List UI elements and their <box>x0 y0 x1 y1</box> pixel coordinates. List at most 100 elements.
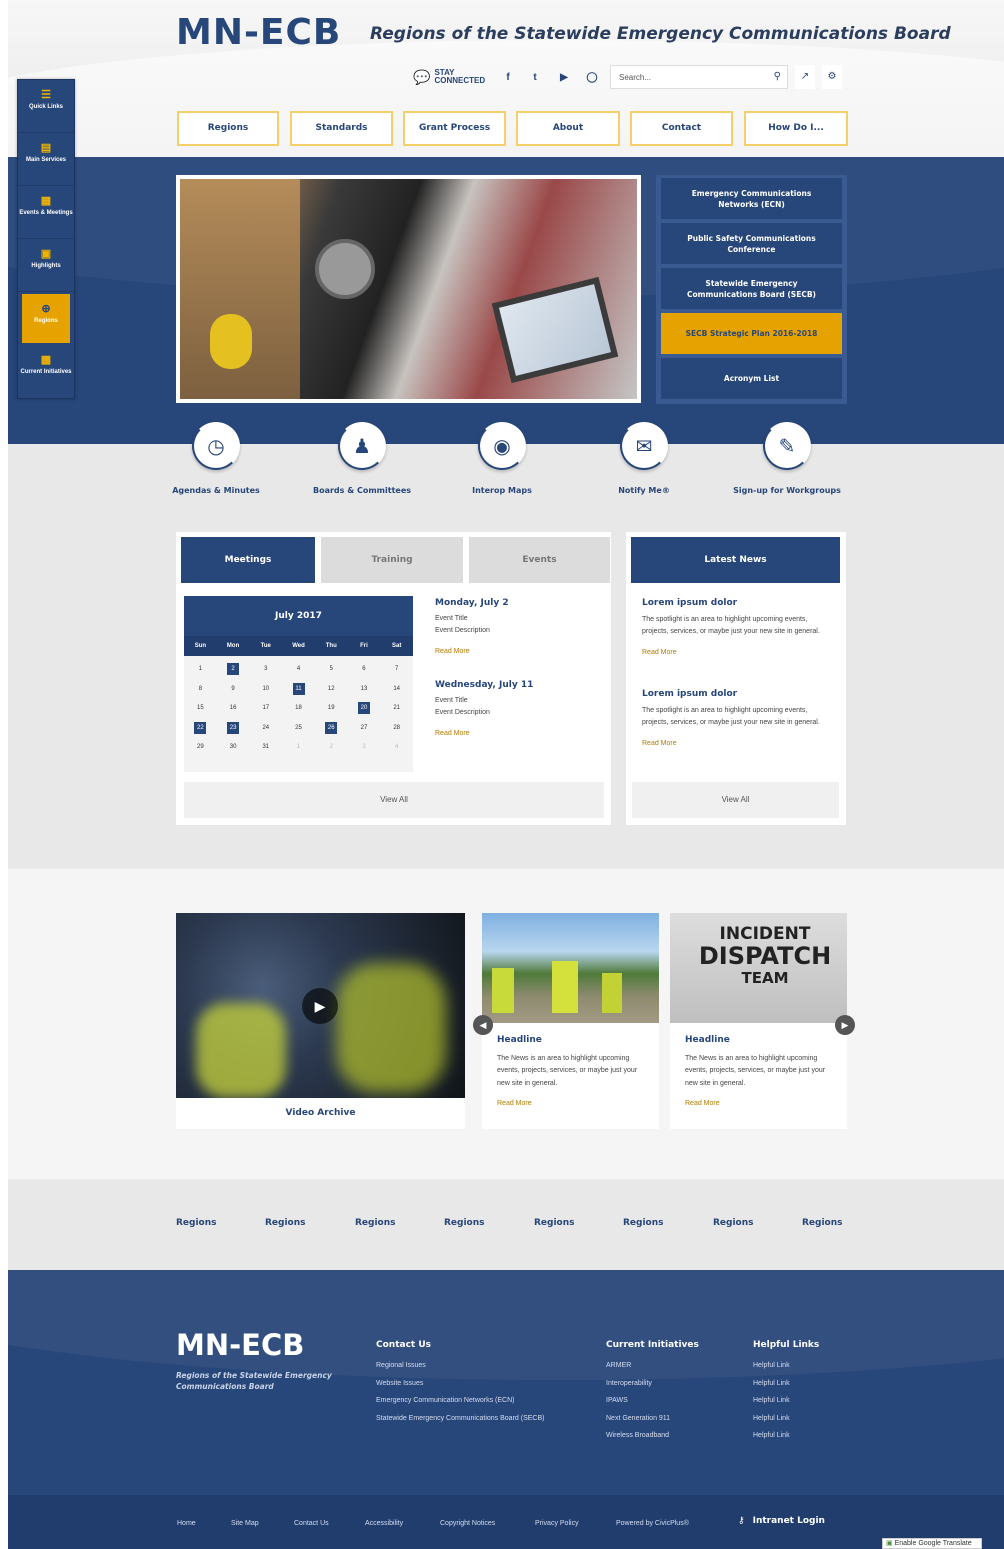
footer-link[interactable]: Next Generation 911 <box>606 1410 699 1428</box>
region-link[interactable]: Regions <box>623 1218 664 1228</box>
footer-link[interactable]: Helpful Link <box>753 1375 819 1393</box>
boards-committees-link[interactable]: ♟ Boards & Committees <box>292 422 432 495</box>
calendar-day[interactable]: 8 <box>184 680 217 700</box>
footer-accessibility-link[interactable]: Accessibility <box>365 1520 403 1527</box>
calendar-day-next-month[interactable]: 3 <box>348 738 381 758</box>
region-link[interactable]: Regions <box>802 1218 843 1228</box>
search-input[interactable]: Search... ⚲ <box>610 65 788 89</box>
footer-link[interactable]: ARMER <box>606 1357 699 1375</box>
nav-how-do-i[interactable]: How Do I... <box>744 111 848 146</box>
calendar-day[interactable]: 24 <box>249 719 282 739</box>
calendar-day-event[interactable]: 2 <box>217 660 250 680</box>
sidebar-item-quick-links[interactable]: ☰ Quick Links <box>18 80 74 133</box>
calendar-day[interactable]: 1 <box>184 660 217 680</box>
card-headline[interactable]: Headline <box>497 1034 644 1047</box>
calendar-view-all[interactable]: View All <box>184 782 604 818</box>
carousel-next-icon[interactable]: ▶ <box>835 1015 855 1035</box>
footer-link[interactable]: Interoperability <box>606 1375 699 1393</box>
nav-contact[interactable]: Contact <box>630 111 733 146</box>
calendar-day[interactable]: 25 <box>282 719 315 739</box>
sidebar-item-regions[interactable]: ⊕ Regions <box>22 294 70 343</box>
calendar-day[interactable]: 27 <box>348 719 381 739</box>
footer-link[interactable]: Helpful Link <box>753 1427 819 1445</box>
calendar-day-event[interactable]: 23 <box>217 719 250 739</box>
card-headline[interactable]: Headline <box>685 1034 832 1047</box>
news-headline[interactable]: Lorem ipsum dolor <box>642 688 834 701</box>
news-headline[interactable]: Lorem ipsum dolor <box>642 597 834 610</box>
footer-sitemap-link[interactable]: Site Map <box>231 1520 259 1527</box>
calendar-day[interactable]: 3 <box>249 660 282 680</box>
facebook-icon[interactable]: f <box>500 70 516 86</box>
tab-events[interactable]: Events <box>469 537 610 583</box>
sidebar-item-initiatives[interactable]: ▩ Current Initiatives <box>18 345 74 398</box>
nav-about[interactable]: About <box>516 111 620 146</box>
footer-link[interactable]: Statewide Emergency Communications Board… <box>376 1410 544 1428</box>
agendas-minutes-link[interactable]: ◷ Agendas & Minutes <box>146 422 286 495</box>
calendar-day[interactable]: 4 <box>282 660 315 680</box>
event-date[interactable]: Wednesday, July 11 <box>435 679 533 692</box>
card-read-more[interactable]: Read More <box>497 1098 644 1111</box>
calendar-day[interactable]: 18 <box>282 699 315 719</box>
calendar-day[interactable]: 14 <box>380 680 413 700</box>
calendar-day-next-month[interactable]: 1 <box>282 738 315 758</box>
calendar-day[interactable]: 31 <box>249 738 282 758</box>
quick-link-acronym[interactable]: Acronym List <box>661 358 842 399</box>
calendar-day-event[interactable]: 20 <box>348 699 381 719</box>
workgroups-signup-link[interactable]: ✎ Sign-up for Workgroups <box>717 422 857 495</box>
nav-standards[interactable]: Standards <box>290 111 393 146</box>
calendar-day[interactable]: 29 <box>184 738 217 758</box>
footer-link[interactable]: Helpful Link <box>753 1357 819 1375</box>
footer-civicplus-link[interactable]: Powered by CivicPlus® <box>616 1520 689 1527</box>
calendar-day-event[interactable]: 22 <box>184 719 217 739</box>
google-translate-button[interactable]: ▣ Enable Google Translate <box>882 1538 982 1549</box>
news-view-all[interactable]: View All <box>632 782 839 818</box>
event-read-more[interactable]: Read More <box>435 728 533 741</box>
calendar-day[interactable]: 5 <box>315 660 348 680</box>
news-read-more[interactable]: Read More <box>642 647 834 660</box>
quick-link-ecn[interactable]: Emergency Communications Networks (ECN) <box>661 178 842 219</box>
intranet-login[interactable]: ⚷ Intranet Login <box>738 1516 825 1526</box>
carousel-prev-icon[interactable]: ◀ <box>473 1015 493 1035</box>
calendar-day[interactable]: 7 <box>380 660 413 680</box>
calendar-day[interactable]: 30 <box>217 738 250 758</box>
footer-link[interactable]: Helpful Link <box>753 1410 819 1428</box>
calendar-day[interactable]: 13 <box>348 680 381 700</box>
calendar-day-event[interactable]: 11 <box>282 680 315 700</box>
footer-link[interactable]: Regional Issues <box>376 1357 544 1375</box>
footer-link[interactable]: Wireless Broadband <box>606 1427 699 1445</box>
nav-grant-process[interactable]: Grant Process <box>403 111 506 146</box>
instagram-icon[interactable]: ◯ <box>584 70 600 86</box>
region-link[interactable]: Regions <box>534 1218 575 1228</box>
calendar-day[interactable]: 16 <box>217 699 250 719</box>
search-icon[interactable]: ⚲ <box>774 71 781 82</box>
footer-logo[interactable]: MN-ECB <box>176 1328 304 1362</box>
sidebar-item-highlights[interactable]: ▣ Highlights <box>18 239 74 292</box>
share-icon[interactable]: ↗ <box>795 65 815 89</box>
calendar-day[interactable]: 6 <box>348 660 381 680</box>
calendar-day-next-month[interactable]: 2 <box>315 738 348 758</box>
video-archive[interactable]: ▶ Video Archive <box>176 913 465 1129</box>
footer-contact-link[interactable]: Contact Us <box>294 1520 329 1527</box>
calendar-day[interactable]: 9 <box>217 680 250 700</box>
calendar-day[interactable]: 12 <box>315 680 348 700</box>
calendar-day[interactable]: 15 <box>184 699 217 719</box>
event-read-more[interactable]: Read More <box>435 646 509 659</box>
region-link[interactable]: Regions <box>355 1218 396 1228</box>
region-link[interactable]: Regions <box>713 1218 754 1228</box>
calendar-day[interactable]: 28 <box>380 719 413 739</box>
footer-link[interactable]: Website Issues <box>376 1375 544 1393</box>
calendar-day[interactable]: 19 <box>315 699 348 719</box>
play-icon[interactable]: ▶ <box>302 988 338 1024</box>
footer-link[interactable]: IPAWS <box>606 1392 699 1410</box>
sidebar-item-events[interactable]: ▦ Events & Meetings <box>18 186 74 239</box>
footer-link[interactable]: Helpful Link <box>753 1392 819 1410</box>
nav-regions[interactable]: Regions <box>177 111 279 146</box>
notify-me-link[interactable]: ✉ Notify Me® <box>574 422 714 495</box>
footer-home-link[interactable]: Home <box>177 1520 196 1527</box>
calendar-day[interactable]: 21 <box>380 699 413 719</box>
quick-link-strategic-plan[interactable]: SECB Strategic Plan 2016-2018 <box>661 313 842 354</box>
region-link[interactable]: Regions <box>176 1218 217 1228</box>
footer-copyright-link[interactable]: Copyright Notices <box>440 1520 495 1527</box>
calendar-day-event[interactable]: 26 <box>315 719 348 739</box>
calendar-day[interactable]: 10 <box>249 680 282 700</box>
